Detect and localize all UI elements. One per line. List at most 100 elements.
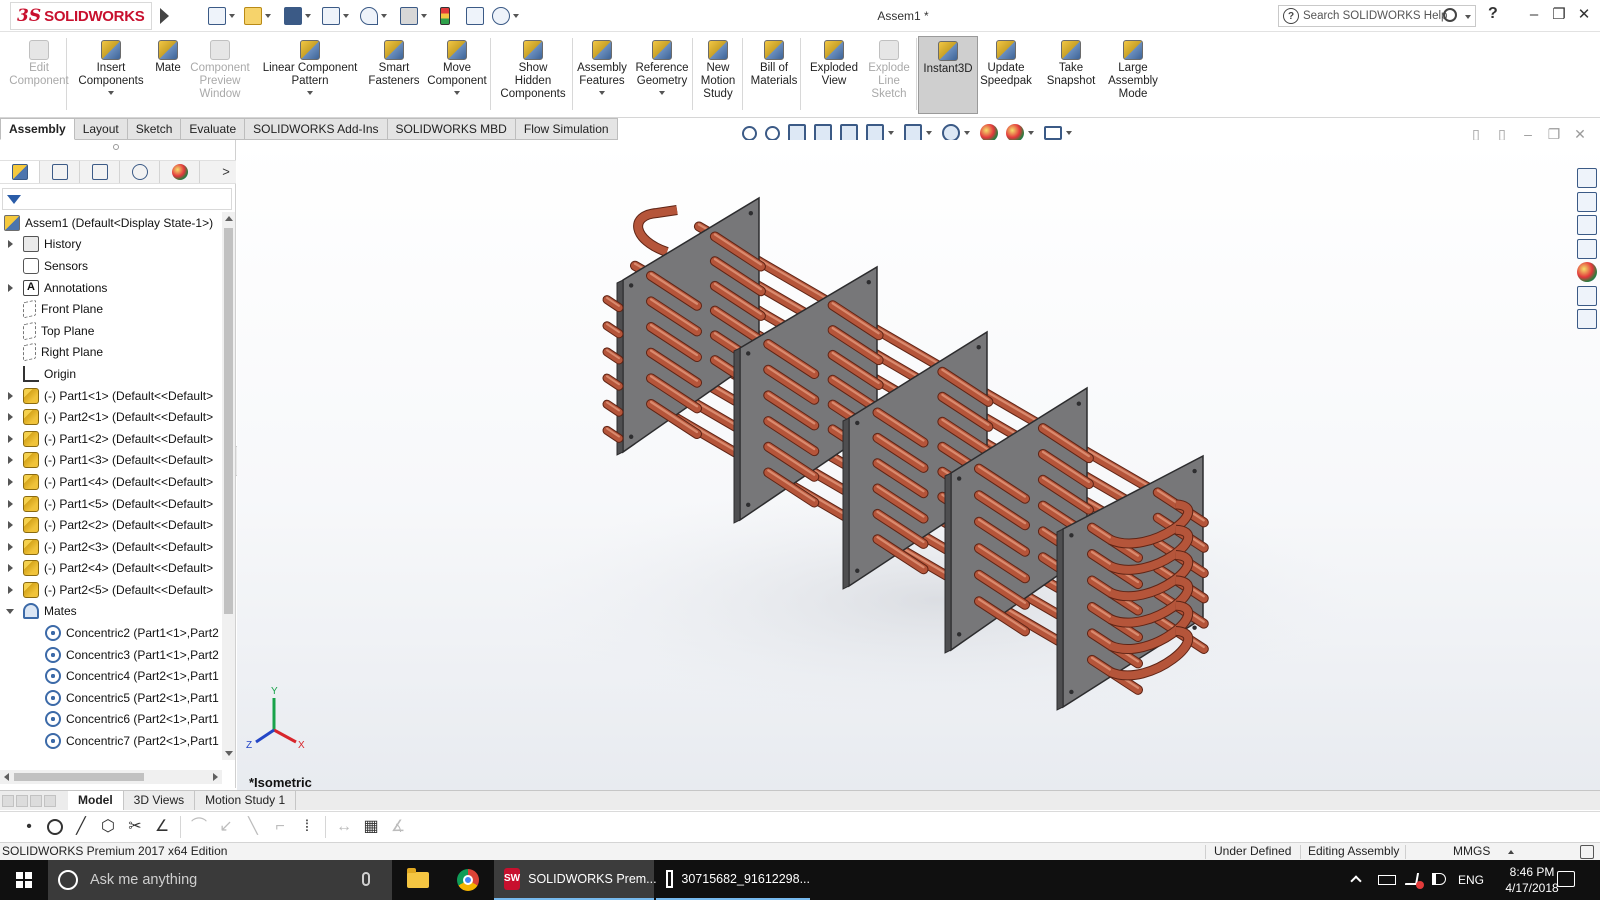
microphone-icon[interactable] [362,872,370,886]
custom-properties-icon[interactable] [1577,285,1597,306]
quick-tips-icon[interactable] [1580,845,1594,859]
trim-tool-icon[interactable]: ✂ [126,818,144,836]
bottom-tab-motion-study-1[interactable]: Motion Study 1 [195,791,297,810]
collapse-arrow-icon[interactable] [6,608,14,614]
cmd-update-speedpak-button[interactable]: Update Speedpak [980,36,1032,114]
dropdown-arrow-icon[interactable] [599,91,605,95]
cmd-new-motion-study-button[interactable]: New Motion Study [696,36,740,114]
expand-arrow-icon[interactable] [8,585,13,594]
line-tool-icon[interactable]: ╱ [72,818,90,836]
circle-tool-icon[interactable] [47,819,63,835]
minimize-button[interactable]: – [1522,4,1546,26]
tree-item[interactable]: (-) Part2<1> (Default<<Default> [0,406,222,428]
cmd-show-hidden-components-button[interactable]: Show Hidden Components [494,36,572,114]
dropdown-arrow-icon[interactable] [307,91,313,95]
file-explorer-icon[interactable] [1577,215,1597,235]
volume-icon[interactable] [1432,873,1448,887]
cmd-assembly-features-button[interactable]: Assembly Features [574,36,630,114]
tree-item[interactable]: A Annotations [0,277,222,299]
cmd-instant3d-button[interactable]: Instant3D [918,36,978,114]
view-palette-icon[interactable] [1577,238,1597,259]
cmd-insert-components-button[interactable]: Insert Components [74,36,148,114]
mate-item[interactable]: Concentric2 (Part1<1>,Part2 [0,622,222,644]
undo-icon[interactable] [360,6,387,26]
dimxpert-manager-tab[interactable] [120,161,160,183]
cmd-large-assembly-mode-button[interactable]: Large Assembly Mode [1100,36,1166,114]
more-tabs-chevron-icon[interactable]: > [216,161,236,183]
help-search-input[interactable]: ? Search SOLIDWORKS Help [1278,5,1476,27]
unit-system-selector[interactable]: MMGS [1453,843,1490,860]
cmd-take-snapshot-button[interactable]: Take Snapshot [1046,36,1096,114]
expand-arrow-icon[interactable] [8,283,13,292]
rebuild-icon[interactable] [440,6,450,26]
tree-item[interactable]: (-) Part1<2> (Default<<Default> [0,428,222,450]
tree-item[interactable]: (-) Part2<3> (Default<<Default> [0,536,222,558]
tree-item[interactable]: History [0,234,222,256]
mate-item[interactable]: Concentric5 (Part2<1>,Part1 [0,687,222,709]
expand-arrow-icon[interactable] [8,240,13,249]
new-document-icon[interactable] [208,6,235,26]
search-dropdown-icon[interactable] [1465,15,1471,19]
expand-arrow-icon[interactable] [8,499,13,508]
expand-arrow-icon[interactable] [8,521,13,530]
zoom-to-area-icon[interactable] [765,125,780,141]
scroll-right-arrow-icon[interactable] [213,773,218,781]
help-button[interactable]: ? [1488,5,1498,23]
cmd-reference-geometry-button[interactable]: Reference Geometry [632,36,692,114]
expand-arrow-icon[interactable] [8,434,13,443]
taskbar-image-viewer-app[interactable]: 30715682_91612298... [656,860,810,900]
save-icon[interactable] [284,6,311,26]
select-icon[interactable] [400,6,427,26]
mate-item[interactable]: Concentric3 (Part1<1>,Part2 [0,644,222,666]
tree-vertical-scrollbar[interactable] [222,212,235,760]
input-language[interactable]: ENG [1458,873,1484,887]
units-dropdown-arrow-icon[interactable] [1508,850,1514,854]
show-hidden-icons-icon[interactable] [1350,873,1368,887]
cmd-bill-of-materials-button[interactable]: Bill of Materials [746,36,802,114]
property-manager-tab[interactable] [40,161,80,183]
angle-line-tool-icon[interactable]: ∠ [153,818,171,836]
forum-icon[interactable] [1577,309,1597,329]
tab-evaluate[interactable]: Evaluate [181,118,246,140]
taskbar-file-explorer[interactable] [392,860,444,900]
tab-layout[interactable]: Layout [74,118,128,140]
expand-arrow-icon[interactable] [8,542,13,551]
file-properties-icon[interactable] [466,6,484,26]
graphics-viewport[interactable]: Y X Z [237,140,1600,790]
dropdown-arrow-icon[interactable] [454,91,460,95]
solidworks-logo[interactable]: 3S SOLIDWORKS [10,2,152,30]
tree-item[interactable]: Sensors [0,255,222,277]
cmd-mate-button[interactable]: Mate [152,36,184,114]
expand-arrow-icon[interactable] [8,413,13,422]
display-manager-tab[interactable] [160,161,200,183]
expand-arrow-icon[interactable] [8,391,13,400]
close-button[interactable]: ✕ [1572,4,1596,26]
cmd-smart-fasteners-button[interactable]: Smart Fasteners [366,36,422,114]
scroll-left-arrow-icon[interactable] [4,773,9,781]
view-settings-icon[interactable] [1044,126,1062,140]
appearances-icon[interactable] [1577,262,1597,282]
taskbar-solidworks-app[interactable]: SW SOLIDWORKS Prem... [494,860,657,900]
solidworks-resources-icon[interactable] [1577,168,1597,188]
tab-sketch[interactable]: Sketch [127,118,182,140]
tab-scroll-arrows[interactable] [0,792,68,810]
tree-item[interactable]: Top Plane [0,320,222,342]
panel-grip-icon[interactable] [113,144,119,150]
tree-item[interactable]: Origin [0,363,222,385]
scrollbar-thumb[interactable] [14,773,144,781]
scrollbar-thumb[interactable] [224,228,233,614]
options-gear-icon[interactable] [492,6,519,26]
tree-item[interactable]: Front Plane [0,298,222,320]
tree-item[interactable]: Mates [0,601,222,623]
tree-item[interactable]: (-) Part1<1> (Default<<Default> [0,385,222,407]
dotted-rectangle-icon[interactable]: ⁞ [298,818,316,836]
expand-arrow-icon[interactable] [8,477,13,486]
tree-item[interactable]: (-) Part1<3> (Default<<Default> [0,450,222,472]
cortana-search-box[interactable]: Ask me anything [48,860,392,900]
expand-arrow-icon[interactable] [8,456,13,465]
dropdown-arrow-icon[interactable] [659,91,665,95]
mate-item[interactable]: Concentric4 (Part2<1>,Part1 [0,665,222,687]
expand-arrow-icon[interactable] [8,564,13,573]
tab-flow-simulation[interactable]: Flow Simulation [515,118,618,140]
menu-expand-arrow-icon[interactable] [160,8,169,24]
